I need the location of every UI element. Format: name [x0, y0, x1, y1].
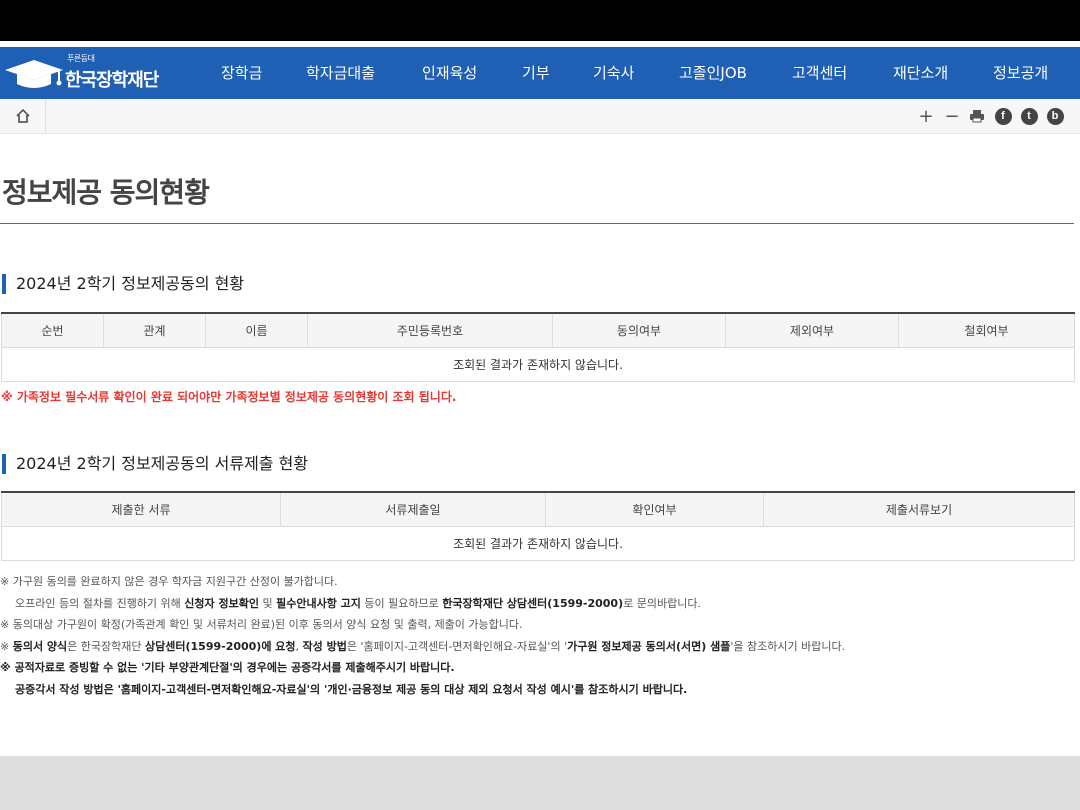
- column-header: 순번: [1, 312, 104, 348]
- global-nav-bar: 푸른등대 한국장학재단 장학금 학자금대출 인재육성 기부 기숙사 고졸인JOB…: [0, 47, 1080, 99]
- notice-text: '을 참조하시기 바랍니다.: [730, 639, 846, 653]
- column-header: 철회여부: [898, 312, 1075, 348]
- section-title-consent-status: 2024년 2학기 정보제공동의 현황: [2, 274, 244, 294]
- column-header: 동의여부: [552, 312, 726, 348]
- notice-text: ※: [0, 639, 13, 653]
- column-header: 서류제출일: [280, 491, 546, 527]
- column-header: 확인여부: [545, 491, 764, 527]
- blog-icon: b: [1046, 107, 1064, 125]
- notice-text: 등이 필요하므로: [360, 596, 443, 610]
- notice-emphasis: ※ 공적자료로 증빙할 수 없는 '기타 부양관계단절'의 경우에는 공증각서를…: [0, 661, 455, 674]
- page-title: 정보제공 동의현황: [2, 176, 210, 209]
- notice-item: 공증각서 작성 방법은 '홈페이지-고객센터-면저확인해요-자료실'의 '개인·…: [0, 679, 845, 701]
- zoom-in-button[interactable]: +: [915, 105, 937, 127]
- print-button[interactable]: [966, 105, 988, 127]
- column-header: 주민등록번호: [307, 312, 553, 348]
- graduation-cap-icon: [5, 60, 63, 88]
- section-title-document-status: 2024년 2학기 정보제공동의 서류제출 현황: [2, 454, 308, 474]
- facebook-share-button[interactable]: f: [992, 105, 1014, 127]
- notice-emphasis: 작성 방법: [302, 639, 347, 653]
- column-header: 제출서류보기: [763, 491, 1075, 527]
- menu-talent[interactable]: 인재육성: [422, 47, 477, 99]
- menu-customer-center[interactable]: 고객센터: [792, 47, 847, 99]
- document-status-table: 제출한 서류 서류제출일 확인여부 제출서류보기 조회된 결과가 존재하지 않습…: [1, 491, 1075, 561]
- table-row: 조회된 결과가 존재하지 않습니다.: [1, 525, 1075, 561]
- notice-text: 오프라인 등의 절차를 진행하기 위해: [15, 596, 185, 610]
- menu-about[interactable]: 재단소개: [893, 47, 948, 99]
- notice-text: 로 문의바랍니다.: [623, 596, 701, 610]
- logo-slogan: 푸른등대: [67, 54, 95, 63]
- blog-share-button[interactable]: b: [1044, 105, 1066, 127]
- print-icon: [970, 110, 984, 123]
- facebook-icon: f: [994, 107, 1012, 125]
- consent-status-table: 순번 관계 이름 주민등록번호 동의여부 제외여부 철회여부 조회된 결과가 존…: [1, 312, 1075, 382]
- column-header: 제외여부: [725, 312, 899, 348]
- sub-toolbar: + − f t b: [0, 99, 1080, 134]
- logo[interactable]: 푸른등대 한국장학재단: [3, 52, 178, 94]
- family-info-warning: ※ 가족정보 필수서류 확인이 완료 되어야만 가족정보별 정보제공 동의현황이…: [1, 390, 457, 404]
- logo-name: 한국장학재단: [65, 70, 159, 91]
- home-icon: [15, 108, 30, 123]
- notice-emphasis: 동의서 양식: [12, 639, 68, 653]
- menu-student-loan[interactable]: 학자금대출: [306, 47, 375, 99]
- zoom-out-button[interactable]: −: [941, 105, 963, 127]
- notice-item: ※ 동의서 양식은 한국장학재단 상담센터(1599-2000)에 요청, 작성…: [0, 636, 845, 658]
- notice-emphasis: 공증각서 작성 방법은 '홈페이지-고객센터-면저확인해요-자료실'의 '개인·…: [15, 682, 688, 696]
- notice-item: ※ 가구원 동의를 완료하지 않은 경우 학자금 지원구간 산정이 불가합니다.: [0, 575, 338, 588]
- menu-dormitory[interactable]: 기숙사: [593, 47, 634, 99]
- menu-donation[interactable]: 기부: [522, 47, 550, 99]
- empty-result-message: 조회된 결과가 존재하지 않습니다.: [1, 346, 1075, 382]
- empty-result-message: 조회된 결과가 존재하지 않습니다.: [1, 525, 1075, 561]
- title-divider: [0, 223, 1074, 224]
- table-row: 조회된 결과가 존재하지 않습니다.: [1, 346, 1075, 382]
- column-header: 제출한 서류: [1, 491, 281, 527]
- twitter-share-button[interactable]: t: [1018, 105, 1040, 127]
- home-button[interactable]: [0, 99, 46, 133]
- notice-text: 은 한국장학재단: [67, 639, 145, 653]
- notice-item: 오프라인 등의 절차를 진행하기 위해 신청자 정보확인 및 필수안내사항 고지…: [0, 593, 845, 615]
- twitter-icon: t: [1020, 107, 1038, 125]
- notice-list: ※ 가구원 동의를 완료하지 않은 경우 학자금 지원구간 산정이 불가합니다.…: [0, 571, 845, 700]
- table-header-row: 제출한 서류 서류제출일 확인여부 제출서류보기: [1, 491, 1075, 527]
- notice-emphasis: 상담센터(1599-2000)에 요청: [145, 639, 296, 653]
- footer-area: [0, 756, 1080, 810]
- browser-top-bar: [0, 0, 1080, 41]
- menu-job[interactable]: 고졸인JOB: [679, 47, 747, 99]
- menu-disclosure[interactable]: 정보공개: [993, 47, 1048, 99]
- notice-text: ,: [295, 639, 303, 653]
- notice-emphasis: 가구원 정보제공 동의서(서면) 샘플: [567, 639, 731, 653]
- notice-item: ※ 공적자료로 증빙할 수 없는 '기타 부양관계단절'의 경우에는 공증각서를…: [0, 657, 845, 679]
- column-header: 관계: [103, 312, 206, 348]
- notice-emphasis: 신청자 정보확인: [184, 596, 259, 610]
- notice-text: 및: [258, 596, 277, 610]
- notice-emphasis: 필수안내사항 고지: [276, 596, 361, 610]
- notice-emphasis: 한국장학재단 상담센터(1599-2000): [442, 596, 624, 610]
- notice-item: ※ 동의대상 가구원이 확정(가족관계 확인 및 서류처리 완료)된 이후 동의…: [0, 618, 523, 631]
- notice-text: 은 '홈페이지-고객센터-면저확인해요-자료실'의 ': [346, 639, 568, 653]
- column-header: 이름: [205, 312, 308, 348]
- table-header-row: 순번 관계 이름 주민등록번호 동의여부 제외여부 철회여부: [1, 312, 1075, 348]
- menu-scholarship[interactable]: 장학금: [221, 47, 262, 99]
